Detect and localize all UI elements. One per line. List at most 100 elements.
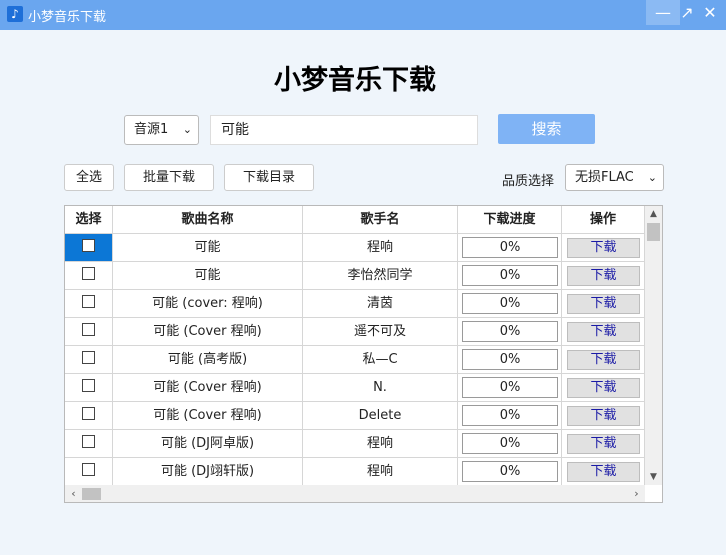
window-title: 小梦音乐下载 [28,10,107,25]
table-header: 选择 歌曲名称 歌手名 下载进度 操作 [65,206,645,234]
download-button[interactable]: 下载 [567,434,640,454]
action-cell: 下载 [562,262,645,290]
song-name: 可能 (Cover 程响) [113,402,303,430]
row-checkbox[interactable] [82,351,95,364]
artist-name: 私—C [303,346,458,374]
download-progress: 0% [462,405,558,426]
action-cell: 下载 [562,318,645,346]
row-select-cell[interactable] [65,290,113,318]
download-progress: 0% [462,349,558,370]
row-checkbox[interactable] [82,435,95,448]
source-select[interactable]: 音源1 ⌄ [124,115,199,145]
scroll-right-icon[interactable]: › [628,485,645,502]
song-name: 可能 (Cover 程响) [113,318,303,346]
page-title: 小梦音乐下载 [274,65,436,96]
scroll-left-icon[interactable]: ‹ [65,485,82,502]
quality-label: 品质选择 [502,174,555,189]
download-button[interactable]: 下载 [567,406,640,426]
song-name: 可能 (cover: 程响) [113,290,303,318]
download-progress: 0% [462,321,558,342]
table-row[interactable]: 可能 (cover: 程响) 清茵 0% 下载 [65,290,645,318]
music-note-icon: ♪ [7,6,23,22]
select-all-button[interactable]: 全选 [64,164,114,191]
download-button[interactable]: 下载 [567,322,640,342]
row-select-cell[interactable] [65,458,113,486]
batch-download-button[interactable]: 批量下载 [124,164,214,191]
chevron-down-icon: ⌄ [647,171,657,184]
row-checkbox[interactable] [82,323,95,336]
header-artist[interactable]: 歌手名 [303,206,458,234]
close-button[interactable]: ✕ [693,0,726,25]
action-cell: 下载 [562,402,645,430]
table-row[interactable]: 可能 (Cover 程响) N. 0% 下载 [65,374,645,402]
row-select-cell[interactable] [65,234,113,262]
table-row[interactable]: 可能 (Cover 程响) 遥不可及 0% 下载 [65,318,645,346]
table-row[interactable]: 可能 (Cover 程响) Delete 0% 下载 [65,402,645,430]
download-progress: 0% [462,433,558,454]
progress-cell: 0% [458,402,562,430]
download-progress: 0% [462,377,558,398]
row-select-cell[interactable] [65,430,113,458]
row-checkbox[interactable] [82,463,95,476]
row-select-cell[interactable] [65,318,113,346]
app-window: ♪ 小梦音乐下载 — ↗ ✕ 小梦音乐下载 音源1 ⌄ 可能 搜索 全选 批量下… [0,0,726,555]
search-input[interactable]: 可能 [210,115,478,145]
row-select-cell[interactable] [65,402,113,430]
horizontal-scrollbar[interactable]: ‹ › [65,485,645,502]
artist-name: 程响 [303,458,458,486]
chevron-down-icon: ⌄ [182,123,192,136]
progress-cell: 0% [458,458,562,486]
header-song[interactable]: 歌曲名称 [113,206,303,234]
progress-cell: 0% [458,430,562,458]
horizontal-scroll-thumb[interactable] [82,488,101,500]
download-button[interactable]: 下载 [567,462,640,482]
artist-name: 清茵 [303,290,458,318]
download-button[interactable]: 下载 [567,238,640,258]
action-cell: 下载 [562,374,645,402]
row-checkbox[interactable] [82,407,95,420]
header-progress[interactable]: 下载进度 [458,206,562,234]
table-row[interactable]: 可能 李怡然同学 0% 下载 [65,262,645,290]
header-action[interactable]: 操作 [562,206,645,234]
song-name: 可能 (DJ翊轩版) [113,458,303,486]
row-checkbox[interactable] [82,295,95,308]
table-row[interactable]: 可能 (DJ翊轩版) 程响 0% 下载 [65,458,645,486]
row-checkbox[interactable] [82,239,95,252]
row-select-cell[interactable] [65,346,113,374]
download-button[interactable]: 下载 [567,266,640,286]
table-row[interactable]: 可能 程响 0% 下载 [65,234,645,262]
song-name: 可能 (高考版) [113,346,303,374]
download-progress: 0% [462,265,558,286]
scroll-down-icon[interactable]: ▼ [645,469,662,485]
artist-name: Delete [303,402,458,430]
table-row[interactable]: 可能 (高考版) 私—C 0% 下载 [65,346,645,374]
title-bar[interactable]: ♪ 小梦音乐下载 — ↗ ✕ [0,0,726,30]
quality-select[interactable]: 无损FLAC ⌄ [565,164,664,191]
search-button[interactable]: 搜索 [498,114,595,144]
song-name: 可能 (Cover 程响) [113,374,303,402]
header-select[interactable]: 选择 [65,206,113,234]
source-select-value: 音源1 [134,122,169,137]
artist-name: 李怡然同学 [303,262,458,290]
download-progress: 0% [462,237,558,258]
artist-name: 程响 [303,234,458,262]
vertical-scrollbar[interactable]: ▲ ▼ [645,206,662,485]
download-button[interactable]: 下载 [567,378,640,398]
scroll-up-icon[interactable]: ▲ [645,206,662,222]
row-select-cell[interactable] [65,262,113,290]
quality-select-value: 无损FLAC [575,170,634,185]
vertical-scroll-thumb[interactable] [647,223,660,241]
table-row[interactable]: 可能 (DJ阿卓版) 程响 0% 下载 [65,430,645,458]
song-name: 可能 [113,262,303,290]
row-checkbox[interactable] [82,379,95,392]
download-button[interactable]: 下载 [567,294,640,314]
row-select-cell[interactable] [65,374,113,402]
action-cell: 下载 [562,458,645,486]
row-checkbox[interactable] [82,267,95,280]
artist-name: 程响 [303,430,458,458]
action-cell: 下载 [562,430,645,458]
download-button[interactable]: 下载 [567,350,640,370]
action-cell: 下载 [562,234,645,262]
download-dir-button[interactable]: 下载目录 [224,164,314,191]
progress-cell: 0% [458,234,562,262]
